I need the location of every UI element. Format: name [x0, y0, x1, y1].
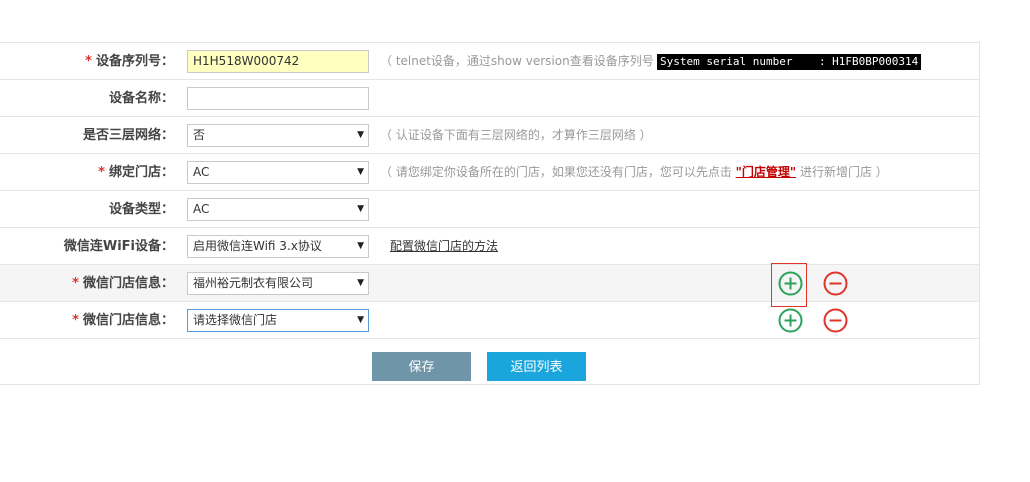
- wechat-wifi-select-value: 启用微信连Wifi 3.x协议: [193, 239, 322, 253]
- row-device-name: 设备名称：: [0, 80, 980, 117]
- layer3-select[interactable]: 否 ▼: [187, 124, 369, 147]
- device-name-label: 设备名称：: [108, 91, 174, 106]
- device-form: * 设备序列号： H1H518W000742 （ telnet设备，通过show …: [0, 42, 980, 339]
- layer3-label: 是否三层网络：: [82, 128, 174, 143]
- layer3-select-value: 否: [193, 128, 206, 142]
- caret-down-icon: ▼: [357, 315, 364, 325]
- wechat-store-config-link[interactable]: 配置微信门店的方法: [390, 228, 498, 265]
- serial-console-output: System serial number : H1FB0BP000314: [657, 54, 922, 70]
- caret-down-icon: ▼: [357, 241, 364, 251]
- divider: [979, 42, 980, 384]
- required-mark: *: [98, 165, 105, 180]
- device-name-input[interactable]: [187, 87, 369, 110]
- layer3-hint: （ 认证设备下面有三层网络的，才算作三层网络 ）: [380, 128, 652, 142]
- caret-down-icon: ▼: [357, 167, 364, 177]
- device-type-select-value: AC: [193, 202, 210, 216]
- serial-label: 设备序列号：: [95, 54, 174, 69]
- row-wechat-wifi: 微信连WiFi设备： 启用微信连Wifi 3.x协议 ▼ 配置微信门店的方法: [0, 228, 980, 265]
- store-hint: （ 请您绑定你设备所在的门店，如果您还没有门店，您可以先点击 "门店管理" 进行…: [380, 165, 888, 179]
- store-label: 绑定门店：: [108, 165, 174, 180]
- row-layer3: 是否三层网络： 否 ▼ （ 认证设备下面有三层网络的，才算作三层网络 ）: [0, 117, 980, 154]
- back-to-list-button[interactable]: 返回列表: [487, 352, 586, 381]
- serial-input[interactable]: H1H518W000742: [187, 50, 369, 73]
- caret-down-icon: ▼: [357, 130, 364, 140]
- wechat-store-select-value: 福州裕元制衣有限公司: [193, 276, 314, 290]
- row-wechat-store-1: * 微信门店信息： 福州裕元制衣有限公司 ▼: [0, 263, 980, 307]
- wechat-wifi-select[interactable]: 启用微信连Wifi 3.x协议 ▼: [187, 235, 369, 258]
- required-mark: *: [72, 313, 79, 328]
- wechat-store-select[interactable]: 福州裕元制衣有限公司 ▼: [187, 272, 369, 295]
- remove-circle-icon[interactable]: [823, 308, 848, 333]
- required-mark: *: [85, 54, 92, 69]
- row-store: * 绑定门店： AC ▼ （ 请您绑定你设备所在的门店，如果您还没有门店，您可以先点…: [0, 154, 980, 191]
- row-serial: * 设备序列号： H1H518W000742 （ telnet设备，通过show …: [0, 43, 980, 80]
- action-bar: 保存 返回列表: [0, 351, 980, 385]
- wechat-store-select-value: 请选择微信门店: [193, 313, 278, 327]
- add-circle-icon[interactable]: [778, 271, 803, 296]
- store-select[interactable]: AC ▼: [187, 161, 369, 184]
- row-device-type: 设备类型： AC ▼: [0, 191, 980, 228]
- device-type-select[interactable]: AC ▼: [187, 198, 369, 221]
- save-button[interactable]: 保存: [372, 352, 471, 381]
- serial-hint: （ telnet设备，通过show version查看设备序列号 ）: [380, 54, 670, 68]
- store-management-link[interactable]: "门店管理": [736, 165, 797, 179]
- store-select-value: AC: [193, 165, 210, 179]
- caret-down-icon: ▼: [357, 278, 364, 288]
- add-circle-icon[interactable]: [778, 308, 803, 333]
- device-type-label: 设备类型：: [108, 202, 174, 217]
- wechat-store-label: 微信门店信息：: [82, 276, 174, 291]
- remove-circle-icon[interactable]: [823, 271, 848, 296]
- wechat-store-select[interactable]: 请选择微信门店 ▼: [187, 309, 369, 332]
- wechat-store-label: 微信门店信息：: [82, 313, 174, 328]
- required-mark: *: [72, 276, 79, 291]
- wechat-wifi-label: 微信连WiFi设备：: [63, 239, 174, 254]
- row-wechat-store-2: * 微信门店信息： 请选择微信门店 ▼: [0, 302, 980, 339]
- caret-down-icon: ▼: [357, 204, 364, 214]
